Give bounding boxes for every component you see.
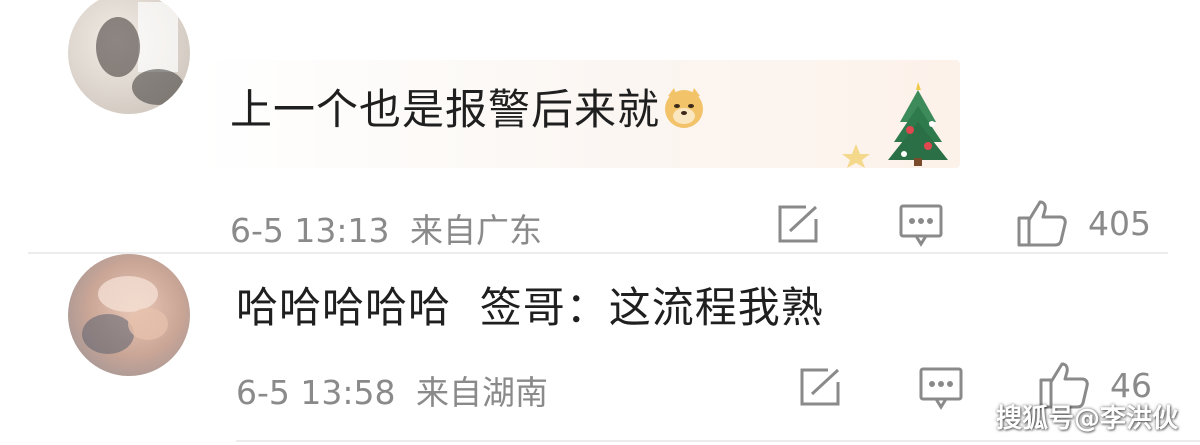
comment-text-content: 上一个也是报警后来就 <box>230 85 661 134</box>
avatar-photo <box>82 276 168 354</box>
comment-date: 6-5 13:13 <box>230 211 390 250</box>
christmas-tree-decoration <box>842 82 948 168</box>
thumbs-up-icon[interactable] <box>1016 198 1068 252</box>
avatar[interactable] <box>68 254 190 376</box>
doge-emoji-icon <box>662 86 706 140</box>
comment-date: 6-5 13:58 <box>236 373 396 412</box>
comment-text: 上一个也是报警后来就 <box>230 76 706 140</box>
comment-meta: 6-5 13:58 来自湖南 <box>236 366 548 414</box>
share-icon[interactable] <box>798 366 842 412</box>
comment-location: 来自广东 <box>410 211 542 250</box>
divider <box>236 440 1200 442</box>
comment-text-content: 哈哈哈哈哈 签哥：这流程我熟 <box>236 283 824 332</box>
comment-item: 上一个也是报警后来就 6-5 13:13 来自广东 405 <box>0 0 1200 250</box>
watermark: 搜狐号@李洪伙 <box>995 404 1178 434</box>
comment-meta: 6-5 13:13 来自广东 <box>230 204 542 252</box>
like-count: 405 <box>1088 204 1151 243</box>
comment-icon[interactable] <box>918 366 964 414</box>
comment-text: 哈哈哈哈哈 签哥：这流程我熟 <box>236 274 824 335</box>
avatar[interactable] <box>68 0 190 114</box>
comment-location: 来自湖南 <box>416 373 548 412</box>
share-icon[interactable] <box>776 203 820 249</box>
avatar-photo <box>96 2 184 105</box>
comment-icon[interactable] <box>898 203 944 251</box>
